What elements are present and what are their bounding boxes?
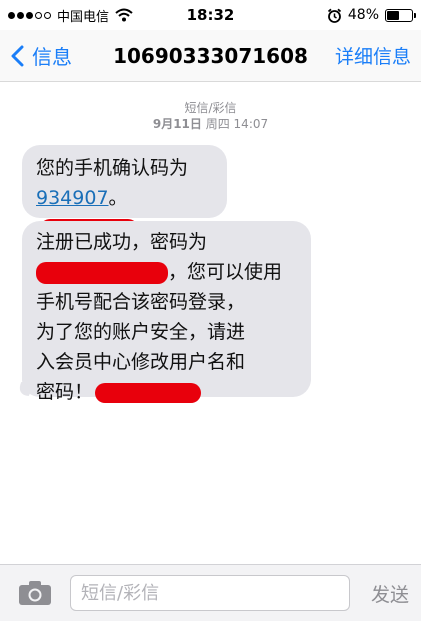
redaction-mark [95, 382, 202, 403]
message-timestamp: 9月11日 周四 14:07 [0, 116, 421, 132]
timestamp-date: 9月11日 [152, 117, 202, 131]
details-button[interactable]: 详细信息 [335, 42, 421, 69]
timestamp-weekday-time: 周四 14:07 [205, 117, 269, 131]
battery-icon [385, 8, 416, 22]
redaction-mark [36, 261, 168, 284]
camera-icon[interactable] [18, 580, 52, 606]
message-text-field[interactable] [70, 575, 350, 611]
chevron-left-icon [11, 45, 24, 66]
alarm-clock-icon [327, 8, 341, 23]
send-button[interactable]: 发送 [371, 580, 409, 607]
message-line: 密码！ [36, 377, 297, 407]
navigation-bar: 信息 10690333071608 详细信息 [0, 30, 421, 82]
message-line: 您的手机确认码为 [36, 157, 189, 179]
message-line: 注册已成功，密码为 [36, 231, 208, 253]
message-line: 手机号配合该密码登录， [36, 291, 246, 313]
conversation-area[interactable]: 短信/彩信 9月11日 周四 14:07 您的手机确认码为 934907。 注册… [0, 82, 421, 564]
message-input-bar: 发送 [0, 564, 421, 621]
message-bubble[interactable]: 您的手机确认码为 934907。 [22, 145, 227, 239]
back-label: 信息 [32, 45, 72, 69]
message-line-suffix: ，您可以使用 [168, 261, 283, 283]
message-line: 为了您的账户安全，请进 [36, 321, 246, 343]
message-line-prefix: 密码！ [36, 381, 94, 403]
wifi-icon [115, 8, 133, 22]
message-punctuation: 。 [108, 187, 128, 209]
message-line: ，您可以使用 [36, 257, 297, 287]
status-bar: 中国电信 18:32 48% [0, 0, 421, 30]
carrier-name: 中国电信 [57, 9, 110, 25]
message-type-label: 短信/彩信 [184, 101, 237, 115]
message-line: 入会员中心修改用户名和 [36, 351, 246, 373]
message-bubble[interactable]: 注册已成功，密码为 ，您可以使用 手机号配合该密码登录， 为了您的账户安全，请进… [22, 221, 311, 403]
signal-strength-icon [8, 11, 51, 19]
back-button[interactable]: 信息 [0, 41, 72, 70]
battery-percentage: 48% [347, 7, 379, 23]
verification-code-link[interactable]: 934907 [36, 187, 109, 209]
